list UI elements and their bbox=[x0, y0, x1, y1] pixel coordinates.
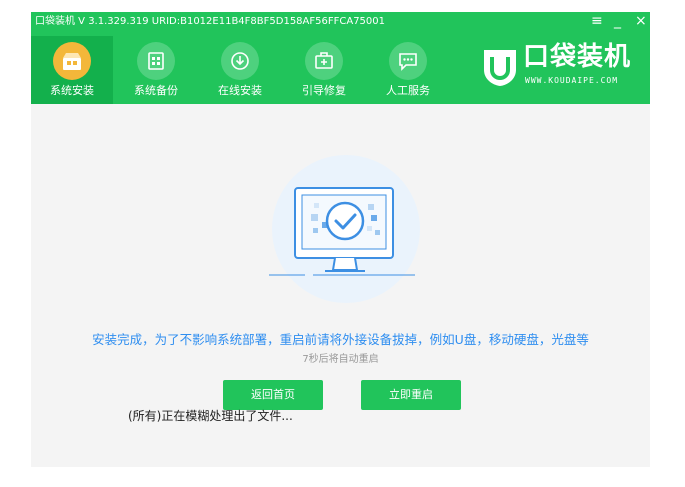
nav-item-boot-repair[interactable]: 引导修复 bbox=[283, 36, 365, 104]
nav-item-system-backup[interactable]: 系统备份 bbox=[115, 36, 197, 104]
check-icon bbox=[325, 201, 365, 241]
nav-label-boot-repair: 引导修复 bbox=[302, 84, 346, 97]
status-overlay-text: (所有)正在模糊处理出了文件... bbox=[128, 409, 293, 423]
menu-icon[interactable]: ≡ bbox=[591, 13, 603, 29]
restart-now-button[interactable]: 立即重启 bbox=[361, 380, 461, 410]
brand-logo-icon bbox=[484, 50, 516, 86]
app-window: 口袋装机 V 3.1.329.319 URID:B1012E11B4F8BF5D… bbox=[31, 12, 650, 467]
return-home-button[interactable]: 返回首页 bbox=[223, 380, 323, 410]
restart-countdown: 7秒后将自动重启 bbox=[302, 354, 379, 365]
system-install-icon bbox=[53, 42, 91, 80]
window-title: 口袋装机 V 3.1.329.319 URID:B1012E11B4F8BF5D… bbox=[35, 16, 386, 27]
main-nav: 系统安装 系统备份 在线安装 引导修复 人工服务 bbox=[31, 36, 471, 104]
online-install-icon bbox=[221, 42, 259, 80]
brand: 口袋装机 WWW.KOUDAIPE.COM bbox=[477, 42, 647, 92]
close-button[interactable]: × bbox=[635, 13, 647, 29]
nav-label-system-backup: 系统备份 bbox=[134, 84, 178, 97]
completion-message: 安装完成，为了不影响系统部署，重启前请将外接设备拔掉，例如U盘，移动硬盘，光盘等 bbox=[92, 332, 589, 347]
install-complete-illustration bbox=[269, 155, 420, 303]
header-bar: 口袋装机 V 3.1.329.319 URID:B1012E11B4F8BF5D… bbox=[31, 12, 650, 104]
brand-name: 口袋装机 bbox=[523, 42, 632, 72]
chat-service-icon bbox=[389, 42, 427, 80]
system-backup-icon bbox=[137, 42, 175, 80]
nav-item-system-install[interactable]: 系统安装 bbox=[31, 36, 113, 104]
nav-label-system-install: 系统安装 bbox=[50, 84, 94, 97]
nav-item-online-install[interactable]: 在线安装 bbox=[199, 36, 281, 104]
minimize-button[interactable]: _ bbox=[614, 13, 621, 29]
boot-repair-icon bbox=[305, 42, 343, 80]
nav-item-chat-service[interactable]: 人工服务 bbox=[367, 36, 449, 104]
nav-label-online-install: 在线安装 bbox=[218, 84, 262, 97]
nav-label-chat-service: 人工服务 bbox=[386, 84, 430, 97]
brand-url: WWW.KOUDAIPE.COM bbox=[525, 76, 619, 85]
